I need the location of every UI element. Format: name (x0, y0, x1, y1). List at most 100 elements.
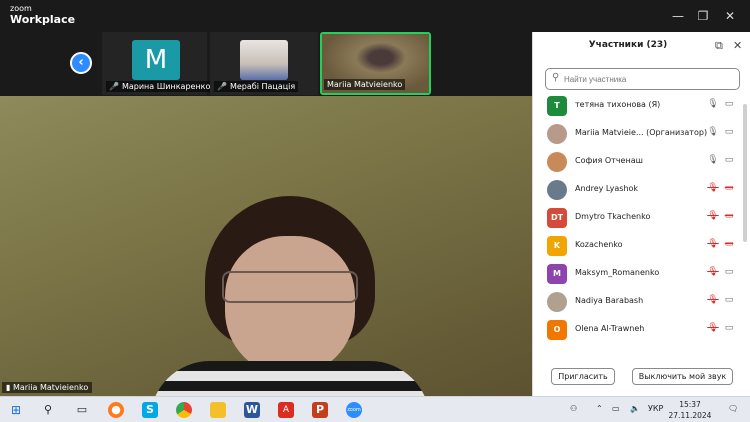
participant-row[interactable]: DT Dmytro Tkachenko 🎙 ▭ (533, 204, 743, 232)
popout-icon[interactable]: ⧉ (715, 39, 723, 53)
avatar: M (547, 264, 567, 284)
mute-me-button[interactable]: Выключить мой звук (632, 368, 733, 385)
scrollbar[interactable] (743, 104, 747, 242)
chrome-icon[interactable] (176, 402, 192, 418)
speaker-name-label: ▮ Mariia Matvieienko (2, 382, 93, 393)
speaker-name: Mariia Matvieienko (12, 383, 89, 392)
participant-photo (240, 40, 288, 80)
minimize-icon[interactable]: — (670, 8, 686, 24)
participant-row[interactable]: Ттетяна тихонова (Я) 🎙 ▭ (533, 92, 743, 120)
word-icon[interactable]: W (244, 402, 260, 418)
participant-row[interactable]: Nadiya Barabash 🎙 ▭ (533, 288, 743, 316)
taskbar: ⊞ ⚲ ▭ ● S W A P zoom ⚇ ⌃ ▭ 🔈 УКР 15:37 2… (0, 396, 750, 422)
video-icon[interactable]: ▭ (723, 267, 735, 277)
firefox-icon[interactable]: ● (108, 402, 124, 418)
search-input[interactable] (545, 68, 740, 90)
search-icon: ⚲ (552, 72, 560, 83)
mic-icon[interactable]: 🎙 (707, 155, 719, 165)
acrobat-icon[interactable]: A (278, 402, 294, 418)
avatar: M (132, 40, 180, 80)
mic-off-icon[interactable]: 🎙 (707, 295, 719, 305)
speaker-video (150, 196, 430, 396)
thumbnail-participant[interactable]: 🎤 Мерабі Пацація (210, 32, 318, 95)
mic-off-icon[interactable]: 🎙 (707, 239, 719, 249)
participant-name: тетяна тихонова (Я) (575, 100, 661, 109)
invite-button[interactable]: Пригласить (551, 368, 615, 385)
chevron-up-icon[interactable]: ⌃ (596, 404, 603, 413)
participant-name: Andrey Lyashok (575, 184, 639, 193)
notifications-icon[interactable]: 🗨 (728, 404, 738, 413)
language-indicator[interactable]: УКР (648, 404, 663, 413)
avatar (547, 152, 567, 172)
video-icon[interactable]: ▭ (723, 127, 735, 137)
main-video: ▮ Mariia Matvieienko (0, 96, 532, 396)
avatar: Т (547, 96, 567, 116)
thumbnail-label: Мерабі Пацація (229, 82, 296, 91)
powerpoint-icon[interactable]: P (312, 402, 328, 418)
mic-off-icon: 🎤 (109, 82, 119, 91)
thumbnail-participant[interactable]: M 🎤 Марина Шинкаренко (102, 32, 214, 95)
zoom-logo: zoom Workplace (10, 4, 76, 26)
file-explorer-icon[interactable] (210, 402, 226, 418)
video-icon[interactable]: ▭ (723, 99, 735, 109)
thumbnail-label: Mariia Matvieienko (327, 80, 403, 89)
thumbnail-name: 🎤 Мерабі Пацація (214, 81, 299, 92)
logo-line1: zoom (10, 4, 32, 13)
zoom-icon[interactable]: zoom (346, 402, 362, 418)
participant-row[interactable]: Mariia Matvieie... (Организатор) 🎙 ▭ (533, 120, 743, 148)
thumbnail-strip: ‹ M 🎤 Марина Шинкаренко 🎤 Мерабі Пацація M… (0, 32, 532, 96)
chevron-left-icon[interactable]: ‹ (70, 52, 92, 74)
windows-start-icon[interactable]: ⊞ (8, 402, 24, 418)
mic-off-icon[interactable]: 🎙 (707, 183, 719, 193)
clock-date: 27.11.2024 (668, 411, 712, 420)
participant-name: Olena Al-Trawneh (575, 324, 645, 333)
title-bar: zoom Workplace — ❐ ✕ (0, 0, 750, 32)
participant-name: Maksym_Romanenko (575, 268, 660, 277)
people-icon[interactable]: ⚇ (570, 404, 577, 413)
skype-icon[interactable]: S (142, 402, 158, 418)
participant-row[interactable]: K Kozachenko 🎙 ▭ (533, 232, 743, 260)
participant-name: Dmytro Tkachenko (575, 212, 651, 221)
avatar (547, 292, 567, 312)
restore-icon[interactable]: ❐ (695, 8, 711, 24)
search-icon[interactable]: ⚲ (40, 402, 56, 418)
participant-row[interactable]: M Maksym_Romanenko 🎙 ▭ (533, 260, 743, 288)
task-view-icon[interactable]: ▭ (74, 402, 90, 418)
video-off-icon[interactable]: ▭ (723, 183, 735, 193)
participant-name: София Отченаш (575, 156, 643, 165)
participant-name: Nadiya Barabash (575, 296, 644, 305)
close-icon[interactable]: ✕ (722, 8, 738, 24)
logo-line2: Workplace (10, 13, 76, 26)
participant-row[interactable]: O Olena Al-Trawneh 🎙 ▭ (533, 316, 743, 344)
mic-icon[interactable]: 🎙 (707, 127, 719, 137)
video-icon[interactable]: ▭ (723, 323, 735, 333)
mic-off-icon[interactable]: 🎙 (707, 211, 719, 221)
avatar: DT (547, 208, 567, 228)
volume-icon[interactable]: 🔈 (630, 404, 640, 413)
participant-list: Ттетяна тихонова (Я) 🎙 ▭ Mariia Matvieie...… (533, 92, 743, 354)
video-off-icon[interactable]: ▭ (723, 211, 735, 221)
avatar: K (547, 236, 567, 256)
signal-icon: ▮ (6, 383, 11, 392)
participant-row[interactable]: Andrey Lyashok 🎙 ▭ (533, 176, 743, 204)
video-icon[interactable]: ▭ (723, 295, 735, 305)
video-off-icon[interactable]: ▭ (723, 239, 735, 249)
panel-title: Участники (23) (588, 40, 668, 50)
mic-off-icon: 🎤 (217, 82, 227, 91)
mic-off-icon[interactable]: 🎙 (707, 323, 719, 333)
avatar (547, 180, 567, 200)
avatar (547, 124, 567, 144)
participant-name: Kozachenko (575, 240, 623, 249)
avatar: O (547, 320, 567, 340)
participant-row[interactable]: София Отченаш 🎙 ▭ (533, 148, 743, 176)
mic-icon[interactable]: 🎙 (707, 99, 719, 109)
participant-name: Mariia Matvieie... (Организатор) (575, 128, 708, 137)
clock[interactable]: 15:37 27.11.2024 (664, 399, 716, 421)
thumbnail-name: Mariia Matvieienko (324, 79, 406, 90)
thumbnail-active-speaker[interactable]: Mariia Matvieienko (320, 32, 431, 95)
close-panel-icon[interactable]: ✕ (733, 39, 742, 52)
mic-off-icon[interactable]: 🎙 (707, 267, 719, 277)
thumbnail-name: 🎤 Марина Шинкаренко (106, 81, 214, 92)
video-icon[interactable]: ▭ (723, 155, 735, 165)
battery-icon[interactable]: ▭ (612, 404, 620, 413)
